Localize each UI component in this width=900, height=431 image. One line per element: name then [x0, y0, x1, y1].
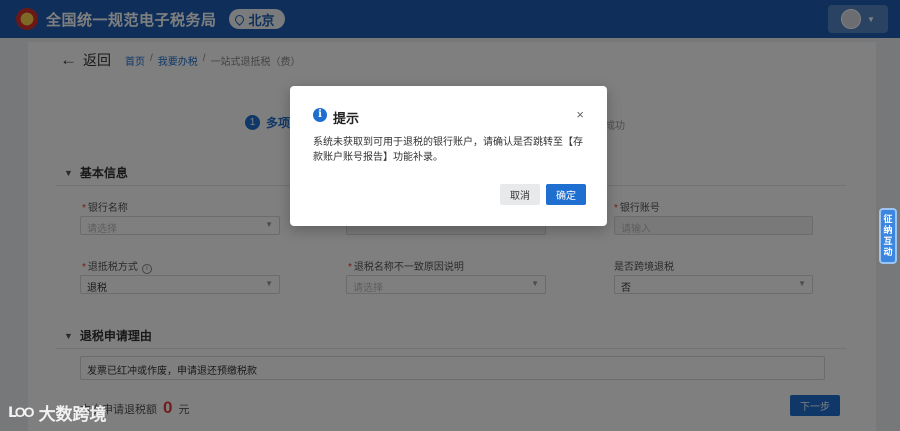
watermark-text: 大数跨境: [38, 405, 107, 424]
prompt-dialog: i 提示 × 系统未获取到可用于退税的银行账户，请确认是否跳转至【存款账户账号报…: [290, 86, 607, 226]
watermark: ᒪOO 大数跨境: [8, 400, 107, 425]
watermark-logo-icon: ᒪOO: [8, 404, 35, 420]
interaction-widget[interactable]: 征纳互动: [879, 208, 897, 264]
confirm-button[interactable]: 确定: [546, 184, 586, 205]
dialog-message: 系统未获取到可用于退税的银行账户，请确认是否跳转至【存款账户账号报告】功能补录。: [313, 137, 583, 163]
cancel-button[interactable]: 取消: [500, 184, 540, 205]
dialog-title: 提示: [333, 111, 360, 126]
close-icon[interactable]: ×: [576, 107, 584, 122]
info-icon: i: [313, 108, 327, 122]
